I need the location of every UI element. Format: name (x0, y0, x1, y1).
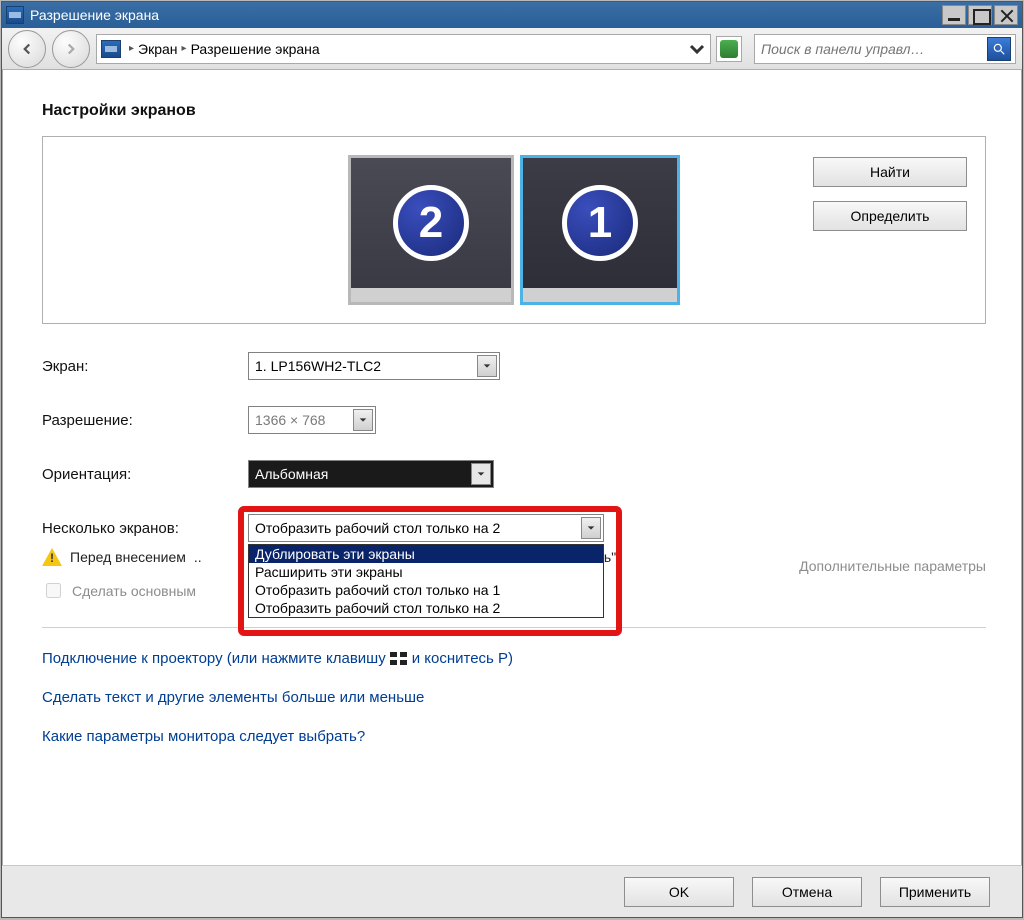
multiple-option[interactable]: Отобразить рабочий стол только на 2 (249, 599, 603, 617)
separator (42, 627, 986, 628)
display-value: 1. LP156WH2-TLC2 (255, 358, 477, 374)
orientation-label: Ориентация: (42, 466, 248, 483)
back-button[interactable] (8, 30, 46, 68)
make-primary-checkbox[interactable] (46, 583, 61, 598)
search-input[interactable] (759, 40, 987, 58)
resolution-value: 1366 × 768 (255, 412, 353, 428)
multiple-displays-select[interactable]: Отобразить рабочий стол только на 2 (248, 514, 604, 542)
orientation-select[interactable]: Альбомная (248, 460, 494, 488)
chevron-down-icon (471, 463, 491, 485)
multiple-value: Отобразить рабочий стол только на 2 (255, 520, 581, 536)
close-button[interactable] (994, 5, 1018, 25)
display-label: Экран: (42, 358, 248, 375)
app-icon (6, 6, 24, 24)
find-button[interactable]: Найти (813, 157, 967, 187)
projector-link[interactable]: Подключение к проектору (или нажмите кла… (42, 650, 986, 667)
chevron-down-icon (581, 517, 601, 539)
multiple-option[interactable]: Расширить эти экраны (249, 563, 603, 581)
multiple-option[interactable]: Дублировать эти экраны (249, 545, 603, 563)
multiple-option[interactable]: Отобразить рабочий стол только на 1 (249, 581, 603, 599)
resolution-select[interactable]: 1366 × 768 (248, 406, 376, 434)
chevron-right-icon: ▸ (182, 43, 187, 54)
monitor-1[interactable]: 1 (520, 155, 680, 305)
search-icon (992, 42, 1006, 56)
monitors-box: 2 1 Найти Определить (42, 136, 986, 324)
identify-button[interactable]: Определить (813, 201, 967, 231)
minimize-button[interactable] (942, 5, 966, 25)
breadcrumb-seg2[interactable]: Разрешение экрана (191, 41, 320, 57)
multiple-label: Несколько экранов: (42, 520, 248, 537)
multiple-displays-dropdown: Дублировать эти экраныРасширить эти экра… (248, 544, 604, 618)
monitor-number: 1 (562, 185, 638, 261)
display-select[interactable]: 1. LP156WH2-TLC2 (248, 352, 500, 380)
footer: OK Отмена Применить (2, 865, 1022, 917)
content: Настройки экранов 2 1 Найти Определить (2, 70, 1022, 865)
apply-button[interactable]: Применить (880, 877, 990, 907)
textsize-link[interactable]: Сделать текст и другие элементы больше и… (42, 689, 986, 706)
form-area: Экран: 1. LP156WH2-TLC2 Разрешение: 1366… (42, 352, 986, 617)
breadcrumb[interactable]: ▸ Экран ▸ Разрешение экрана (96, 34, 711, 64)
resolution-label: Разрешение: (42, 412, 248, 429)
monitor-2[interactable]: 2 (348, 155, 514, 305)
breadcrumb-seg1[interactable]: Экран (138, 41, 178, 57)
forward-button[interactable] (52, 30, 90, 68)
window: Разрешение экрана ▸ Экран ▸ Разрешение э… (1, 1, 1023, 918)
warn-text-pre: Перед внесением (70, 549, 186, 565)
maximize-button[interactable] (968, 5, 992, 25)
display-icon (101, 40, 121, 58)
warning-icon (42, 548, 62, 566)
monitor-number: 2 (393, 185, 469, 261)
window-title: Разрешение экрана (30, 7, 159, 23)
chevron-down-icon (477, 355, 497, 377)
windows-key-icon (390, 652, 408, 666)
refresh-button[interactable] (716, 36, 742, 62)
make-primary-label: Сделать основным (72, 583, 196, 599)
orientation-value: Альбомная (255, 466, 471, 482)
search-button[interactable] (987, 37, 1011, 61)
navbar: ▸ Экран ▸ Разрешение экрана (2, 28, 1022, 70)
page-title: Настройки экранов (42, 102, 986, 120)
cancel-button[interactable]: Отмена (752, 877, 862, 907)
titlebar: Разрешение экрана (2, 2, 1022, 28)
search-box (754, 34, 1016, 64)
breadcrumb-dropdown-button[interactable] (688, 40, 706, 58)
ok-button[interactable]: OK (624, 877, 734, 907)
refresh-icon (720, 40, 738, 58)
chevron-down-icon (353, 409, 373, 431)
which-settings-link[interactable]: Какие параметры монитора следует выбрать… (42, 728, 986, 745)
chevron-right-icon: ▸ (129, 43, 134, 54)
advanced-settings-link[interactable]: Дополнительные параметры (799, 558, 986, 574)
